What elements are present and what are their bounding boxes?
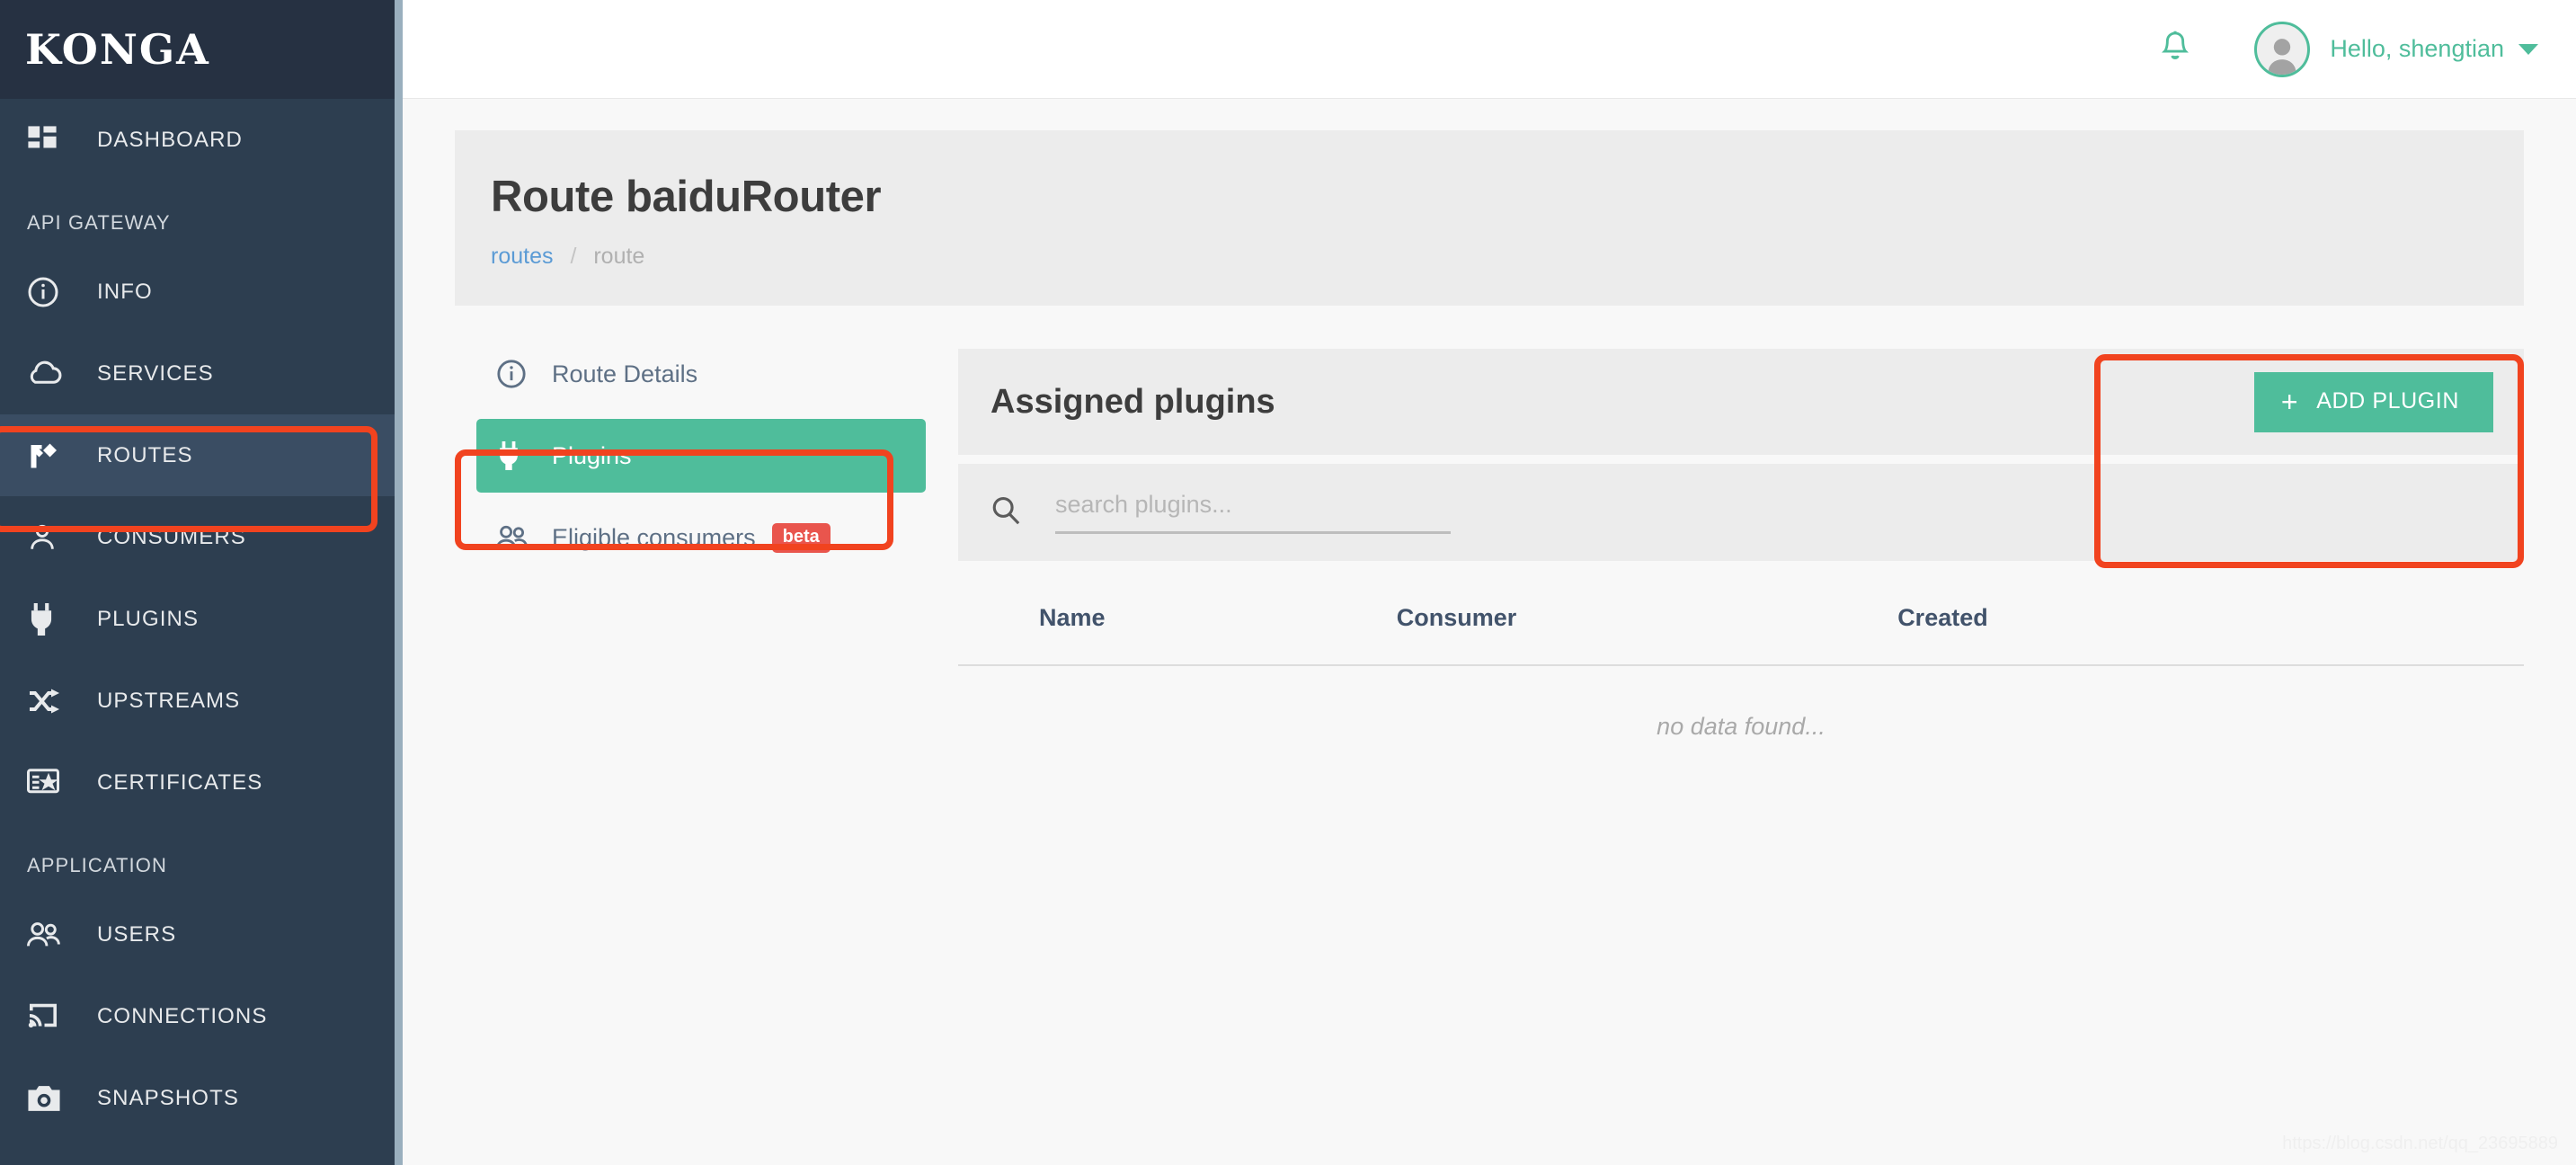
cast-icon — [27, 999, 68, 1035]
breadcrumb-routes-link[interactable]: routes — [491, 244, 553, 269]
user-menu[interactable]: Hello, shengtian — [2254, 21, 2538, 77]
add-plugin-label: ADD PLUGIN — [2316, 388, 2459, 414]
sidebar: KONGA DASHBOARD API GATEWAY INFO SERVICE… — [0, 0, 403, 1165]
sidebar-item-label: DASHBOARD — [97, 127, 243, 152]
sidebar-item-services[interactable]: SERVICES — [0, 333, 395, 414]
sidebar-item-snapshots[interactable]: SNAPSHOTS — [0, 1057, 395, 1139]
plus-icon: + — [2280, 385, 2299, 418]
panel-title: Assigned plugins — [990, 382, 1275, 421]
user-greeting: Hello, shengtian — [2330, 35, 2504, 62]
sidebar-item-label: INFO — [97, 279, 153, 304]
sidebar-item-label: CONSUMERS — [97, 524, 246, 549]
konga-admin-page: KONGA DASHBOARD API GATEWAY INFO SERVICE… — [0, 0, 2576, 1165]
sidebar-nav: DASHBOARD API GATEWAY INFO SERVICES ROUT… — [0, 99, 395, 1139]
tab-label: Route Details — [552, 360, 698, 387]
sidebar-item-label: CERTIFICATES — [97, 769, 263, 795]
sidebar-item-routes[interactable]: ROUTES — [0, 414, 395, 496]
people-icon — [496, 525, 532, 550]
tab-route-details[interactable]: Route Details — [476, 349, 958, 399]
tab-eligible-consumers[interactable]: Eligible consumers beta — [476, 512, 958, 563]
info-circle-icon — [496, 359, 532, 389]
search-input[interactable] — [1055, 491, 1451, 534]
watermark: https://blog.csdn.net/qq_23695889 — [2282, 1134, 2558, 1153]
plug-icon — [27, 601, 68, 637]
shuffle-icon — [27, 683, 68, 719]
plugins-table: Name Consumer Created no data found... — [958, 568, 2524, 741]
sidebar-section-api-gateway: API GATEWAY — [27, 211, 171, 234]
table-empty-row: no data found... — [958, 665, 2524, 741]
sidebar-item-label: SERVICES — [97, 360, 214, 386]
page-title: Route baiduRouter — [491, 173, 882, 221]
body-row: Route Details Plugins Eligible consumers… — [455, 349, 2524, 741]
top-bar: Hello, shengtian — [403, 0, 2576, 99]
sidebar-item-label: UPSTREAMS — [97, 688, 241, 713]
bell-icon[interactable] — [2161, 31, 2190, 67]
no-data-message: no data found... — [1657, 713, 1825, 740]
search-bar — [958, 464, 2524, 561]
add-plugin-button[interactable]: + ADD PLUGIN — [2253, 371, 2493, 432]
search-icon — [990, 495, 1021, 530]
certificate-icon — [27, 765, 68, 801]
tab-label: Plugins — [552, 441, 632, 469]
column-header-name[interactable]: Name — [958, 568, 1397, 666]
table-header-row: Name Consumer Created — [958, 568, 2524, 666]
main-area: Hello, shengtian Route baiduRouter route… — [403, 0, 2576, 1165]
sidebar-item-label: USERS — [97, 921, 177, 947]
sidebar-item-plugins[interactable]: PLUGINS — [0, 578, 395, 660]
breadcrumb-separator: / — [570, 244, 577, 269]
sidebar-item-dashboard[interactable]: DASHBOARD — [0, 99, 395, 181]
column-header-consumer[interactable]: Consumer — [1396, 568, 1898, 666]
sidebar-section-application: APPLICATION — [27, 854, 167, 876]
konga-logo: KONGA — [25, 25, 210, 74]
detail-tabs: Route Details Plugins Eligible consumers… — [455, 349, 958, 741]
route-fork-icon — [27, 438, 68, 474]
page-header: Route baiduRouter routes / route — [455, 130, 2524, 306]
panel-header: Assigned plugins + ADD PLUGIN — [958, 349, 2524, 455]
content-area: Route baiduRouter routes / route Route D… — [403, 99, 2576, 1165]
camera-icon — [27, 1081, 68, 1116]
logo-area: KONGA — [0, 0, 395, 99]
info-circle-icon — [27, 274, 68, 310]
sidebar-item-label: CONNECTIONS — [97, 1003, 268, 1028]
assigned-plugins-panel: Assigned plugins + ADD PLUGIN search plu… — [958, 349, 2524, 741]
people-icon — [27, 917, 68, 953]
plug-icon — [496, 441, 532, 470]
avatar — [2254, 21, 2311, 77]
sidebar-item-upstreams[interactable]: UPSTREAMS — [0, 660, 395, 742]
breadcrumb-current: route — [593, 244, 645, 269]
column-header-created[interactable]: Created — [1897, 568, 2524, 666]
sidebar-item-label: PLUGINS — [97, 606, 200, 631]
cloud-icon — [27, 356, 68, 392]
sidebar-item-certificates[interactable]: CERTIFICATES — [0, 742, 395, 823]
status-badge: beta — [771, 522, 831, 553]
dashboard-grid-icon — [27, 122, 68, 158]
sidebar-item-consumers[interactable]: CONSUMERS — [0, 496, 395, 578]
breadcrumb: routes / route — [491, 244, 2524, 270]
tab-label: Eligible consumers — [552, 523, 756, 551]
tab-plugins[interactable]: Plugins — [476, 419, 926, 493]
sidebar-item-label: ROUTES — [97, 442, 193, 467]
sidebar-item-connections[interactable]: CONNECTIONS — [0, 975, 395, 1057]
sidebar-item-info[interactable]: INFO — [0, 251, 395, 333]
person-icon — [27, 520, 68, 556]
sidebar-item-label: SNAPSHOTS — [97, 1085, 239, 1110]
sidebar-item-users[interactable]: USERS — [0, 894, 395, 975]
chevron-down-icon[interactable] — [2518, 43, 2538, 55]
